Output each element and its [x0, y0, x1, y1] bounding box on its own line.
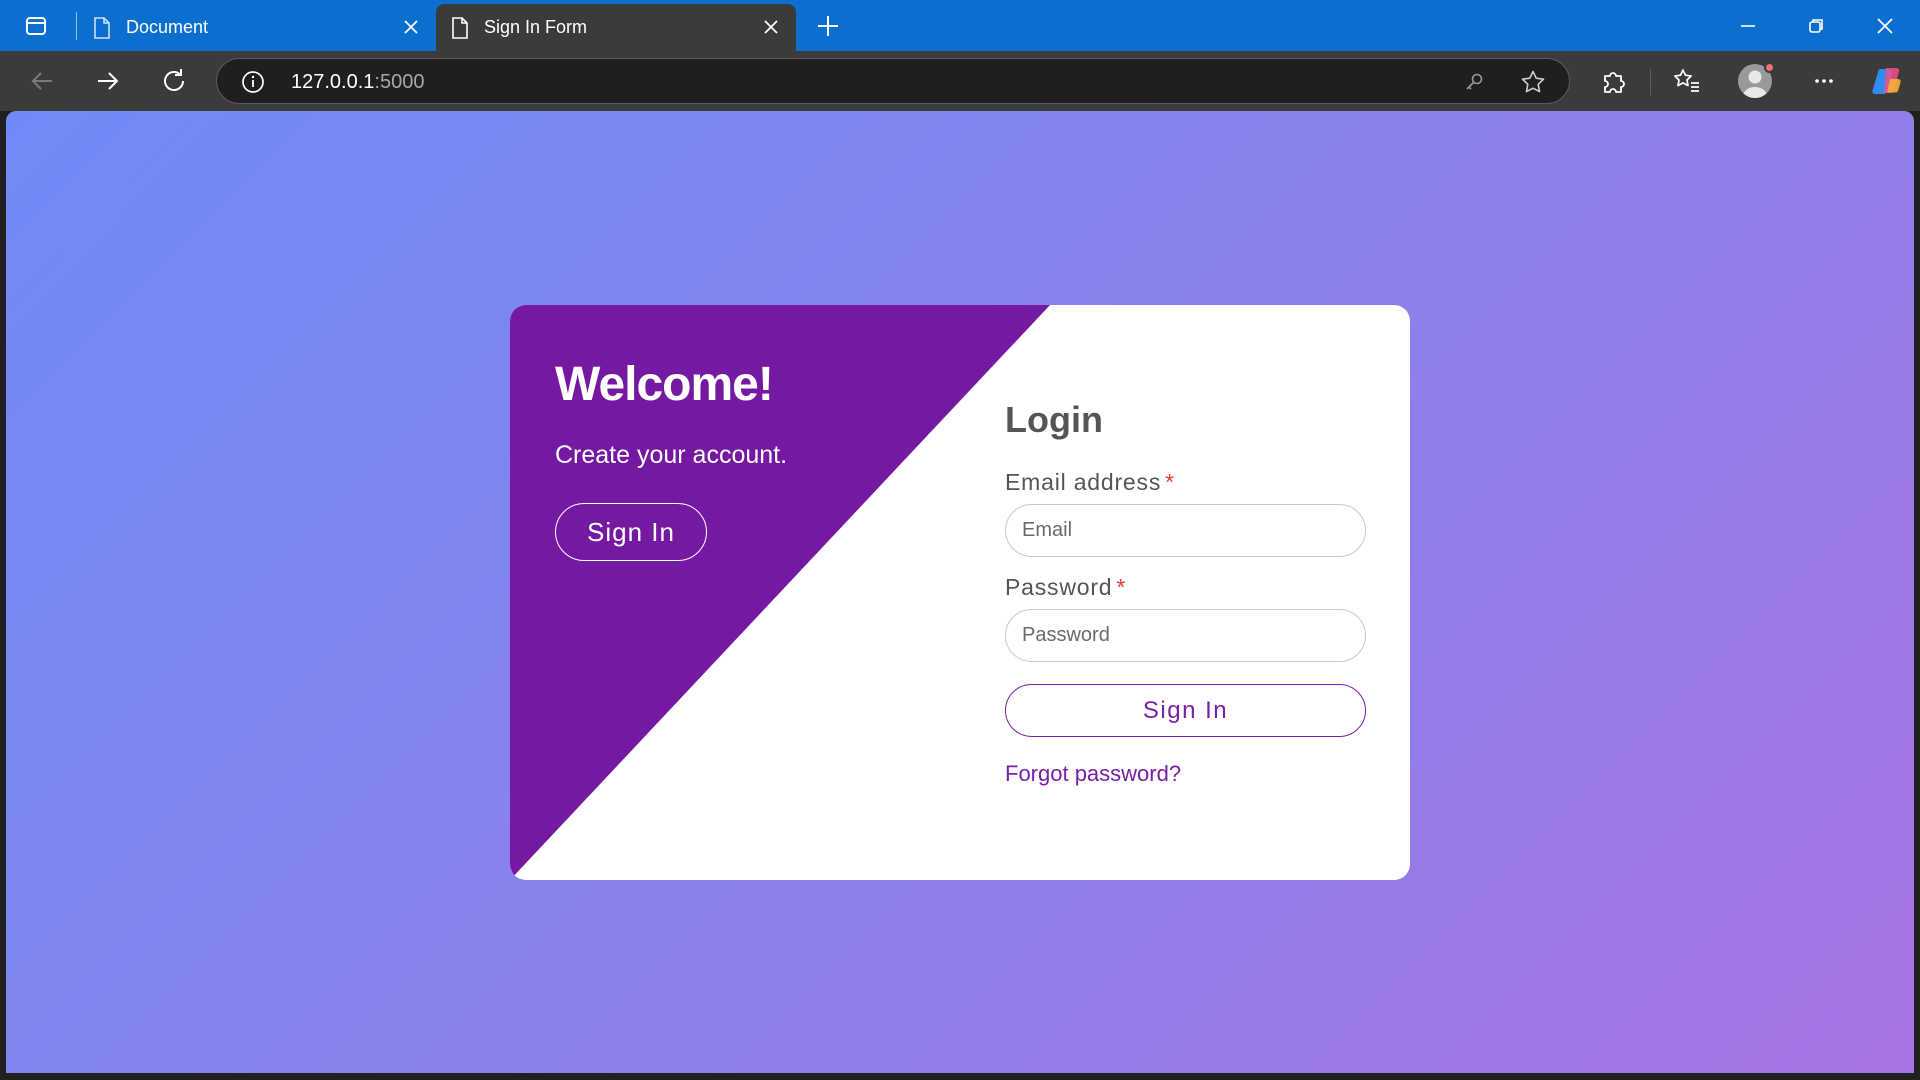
tab-divider: [76, 12, 77, 40]
plus-icon[interactable]: [814, 12, 842, 40]
close-icon[interactable]: [402, 18, 420, 36]
url-host: 127.0.0.1: [291, 71, 375, 93]
required-marker: *: [1165, 469, 1175, 495]
browser-toolbar: 127.0.0.1:5000: [0, 51, 1920, 111]
puzzle-icon[interactable]: [1598, 65, 1630, 97]
tab-actions-icon[interactable]: [14, 10, 58, 42]
welcome-sign-in-button[interactable]: Sign In: [555, 503, 707, 561]
key-icon[interactable]: [1462, 70, 1486, 94]
tab-title: Document: [126, 17, 209, 37]
copilot-icon[interactable]: [1870, 65, 1902, 97]
password-label-text: Password: [1005, 574, 1113, 600]
required-marker: *: [1116, 574, 1127, 600]
welcome-title: Welcome!: [555, 358, 774, 411]
page-icon: [92, 17, 112, 44]
minimize-icon[interactable]: [1734, 12, 1762, 40]
forgot-password-link[interactable]: Forgot password?: [1005, 761, 1181, 787]
notification-dot: [1764, 62, 1775, 73]
login-title: Login: [1005, 399, 1103, 440]
sign-in-card: Welcome! Create your account. Sign In Lo…: [510, 305, 1410, 880]
tab-sign-in-form[interactable]: Sign In Form: [436, 4, 796, 51]
page-icon: [450, 17, 470, 44]
address-bar[interactable]: 127.0.0.1:5000: [216, 58, 1570, 104]
toolbar-divider: [1650, 69, 1651, 95]
url-port: :5000: [374, 71, 425, 93]
info-icon[interactable]: [241, 70, 265, 94]
password-label: Password *: [1005, 574, 1126, 601]
email-field[interactable]: [1005, 504, 1366, 557]
password-field[interactable]: [1005, 609, 1366, 662]
favorites-icon[interactable]: [1671, 65, 1703, 97]
star-icon[interactable]: [1520, 69, 1546, 95]
sign-in-button[interactable]: Sign In: [1005, 684, 1366, 737]
tab-title: Sign In Form: [484, 17, 588, 37]
browser-titlebar: Document Sign In Form: [0, 0, 1920, 51]
more-icon[interactable]: [1808, 65, 1840, 97]
back-arrow-icon[interactable]: [26, 65, 58, 97]
page-viewport: Welcome! Create your account. Sign In Lo…: [6, 111, 1914, 1073]
refresh-icon[interactable]: [158, 65, 190, 97]
restore-icon[interactable]: [1802, 12, 1830, 40]
url-text[interactable]: 127.0.0.1:5000: [291, 71, 424, 94]
forward-arrow-icon[interactable]: [92, 65, 124, 97]
close-icon[interactable]: [1871, 12, 1899, 40]
email-label-text: Email address: [1005, 469, 1162, 495]
tab-document[interactable]: Document: [78, 4, 430, 51]
welcome-subtitle: Create your account.: [555, 441, 788, 469]
window-bottom-edge: [0, 1073, 1920, 1080]
email-label: Email address *: [1005, 469, 1175, 496]
close-icon[interactable]: [762, 18, 780, 36]
